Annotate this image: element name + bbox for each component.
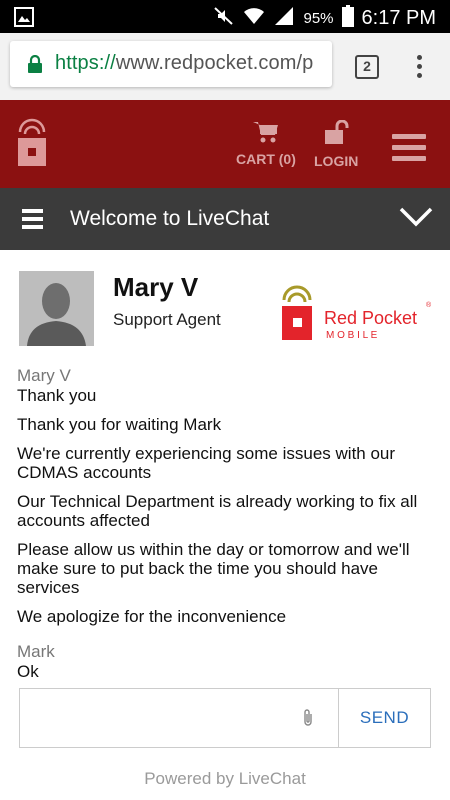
agent-role: Support Agent: [113, 310, 221, 329]
message-text: Our Technical Department is already work…: [17, 492, 418, 530]
svg-text:®: ®: [426, 301, 432, 309]
message-author: Mary V: [17, 366, 71, 385]
tab-switcher-button[interactable]: 2: [355, 55, 379, 79]
paperclip-icon[interactable]: [301, 708, 315, 733]
cart-label: CART (0): [236, 151, 296, 167]
message-author: Mark: [17, 642, 55, 661]
agent-name: Mary V: [113, 272, 199, 302]
message-list: Mary V Thank you Thank you for waiting M…: [17, 366, 437, 681]
signal-icon: [273, 6, 295, 31]
mute-icon: [213, 6, 235, 31]
cart-link[interactable]: CART (0): [236, 120, 296, 167]
site-header: CART (0) LOGIN: [0, 100, 450, 188]
message-composer: SEND: [19, 688, 431, 748]
chat-header: Welcome to LiveChat: [0, 188, 450, 250]
chat-title: Welcome to LiveChat: [70, 207, 270, 230]
red-pocket-mobile-logo: Red Pocket ® M O B I L E: [276, 278, 436, 349]
minimize-chevron-icon[interactable]: [398, 206, 434, 233]
battery-percent: 95%: [303, 10, 334, 27]
chat-menu-icon[interactable]: [22, 209, 43, 233]
message-text: We're currently experiencing some issues…: [17, 444, 396, 482]
message-text: Thank you: [17, 386, 97, 405]
browser-toolbar: https://www.redpocket.com/p 2: [0, 33, 450, 100]
wifi-icon: [243, 7, 265, 30]
url-text: https://www.redpocket.com/p: [55, 52, 314, 74]
unlock-icon: [323, 119, 349, 149]
address-bar[interactable]: https://www.redpocket.com/p: [10, 41, 332, 87]
message-text: We apologize for the inconvenience: [17, 607, 287, 626]
site-menu-icon[interactable]: [392, 134, 426, 167]
powered-by-livechat[interactable]: Powered by LiveChat: [0, 769, 450, 789]
overflow-menu-icon[interactable]: [417, 55, 425, 82]
cart-icon: [252, 122, 280, 147]
login-label: LOGIN: [314, 153, 359, 169]
agent-card: Mary V Support Agent Red Pocket ® M O B …: [0, 250, 450, 366]
login-link[interactable]: LOGIN: [314, 119, 359, 169]
status-bar: 95% 6:17 PM: [0, 0, 450, 33]
message-text: Thank you for waiting Mark: [17, 415, 222, 434]
clock: 6:17 PM: [361, 7, 436, 29]
send-button[interactable]: SEND: [338, 689, 430, 747]
agent-avatar: [19, 271, 94, 346]
battery-icon: [341, 5, 354, 32]
message-text: Ok: [17, 662, 39, 681]
svg-text:Red Pocket: Red Pocket: [324, 308, 417, 328]
redpocket-logo-icon[interactable]: [14, 118, 50, 175]
message-text: Please allow us within the day or tomorr…: [17, 540, 410, 597]
gallery-icon: [14, 7, 34, 32]
svg-text:M O B I L E: M O B I L E: [326, 330, 378, 341]
message-input[interactable]: [20, 689, 338, 747]
lock-icon: [28, 54, 42, 78]
